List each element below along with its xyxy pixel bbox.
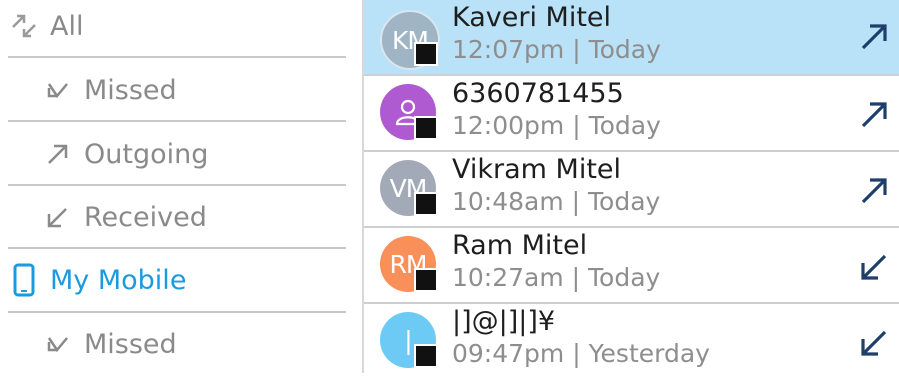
call-row[interactable]: RM Ram Mitel 10:27am | Today — [364, 228, 899, 303]
outgoing-call-icon — [861, 102, 887, 128]
call-time: 12:07pm | Today — [452, 35, 661, 64]
presence-status-icon — [414, 42, 438, 66]
divider — [8, 120, 346, 122]
caller-name: Ram Mitel — [452, 230, 588, 261]
divider — [8, 56, 346, 58]
call-row[interactable]: | |]@|]|]¥ 09:47pm | Yesterday — [364, 304, 899, 379]
call-row[interactable]: VM Vikram Mitel 10:48am | Today — [364, 152, 899, 227]
caller-name: Kaveri Mitel — [452, 2, 612, 33]
filter-mobile-missed-label: Missed — [84, 328, 177, 360]
filter-my-mobile[interactable]: My Mobile — [8, 249, 346, 311]
avatar-initials: | — [404, 325, 413, 355]
presence-status-icon — [414, 116, 438, 140]
call-row[interactable]: 6360781455 12:00pm | Today — [364, 76, 899, 151]
missed-call-icon — [42, 74, 74, 106]
filter-my-mobile-label: My Mobile — [50, 264, 187, 296]
presence-status-icon — [414, 192, 438, 216]
all-calls-icon — [8, 10, 40, 42]
filter-missed[interactable]: Missed — [42, 59, 346, 121]
call-time: 10:27am | Today — [452, 263, 661, 292]
call-row-selected[interactable]: KM Kaveri Mitel 12:07pm | Today — [364, 0, 899, 75]
filter-mobile-missed[interactable]: Missed — [42, 313, 346, 375]
filter-received-label: Received — [84, 201, 207, 233]
mobile-phone-icon — [8, 263, 40, 297]
received-call-icon — [42, 201, 74, 233]
filter-outgoing[interactable]: Outgoing — [42, 123, 346, 185]
filter-all[interactable]: All — [8, 0, 346, 57]
missed-call-icon — [42, 328, 74, 360]
call-time: 09:47pm | Yesterday — [452, 339, 710, 368]
call-filter-panel: All Missed Outgoing Received My Mobile M… — [0, 0, 346, 373]
received-call-icon — [861, 330, 887, 356]
outgoing-call-icon — [861, 178, 887, 204]
call-history-list: KM Kaveri Mitel 12:07pm | Today 63607814… — [364, 0, 899, 373]
call-time: 12:00pm | Today — [452, 111, 661, 140]
filter-missed-label: Missed — [84, 74, 177, 106]
outgoing-call-icon — [42, 138, 74, 170]
caller-number: 6360781455 — [452, 78, 624, 109]
filter-received[interactable]: Received — [42, 186, 346, 248]
outgoing-call-icon — [861, 24, 887, 50]
caller-name: Vikram Mitel — [452, 154, 622, 185]
presence-status-icon — [414, 268, 438, 292]
call-time: 10:48am | Today — [452, 187, 661, 216]
received-call-icon — [861, 254, 887, 280]
presence-status-icon — [414, 344, 438, 368]
filter-all-label: All — [50, 10, 84, 42]
caller-name: |]@|]|]¥ — [452, 306, 556, 337]
filter-outgoing-label: Outgoing — [84, 138, 209, 170]
